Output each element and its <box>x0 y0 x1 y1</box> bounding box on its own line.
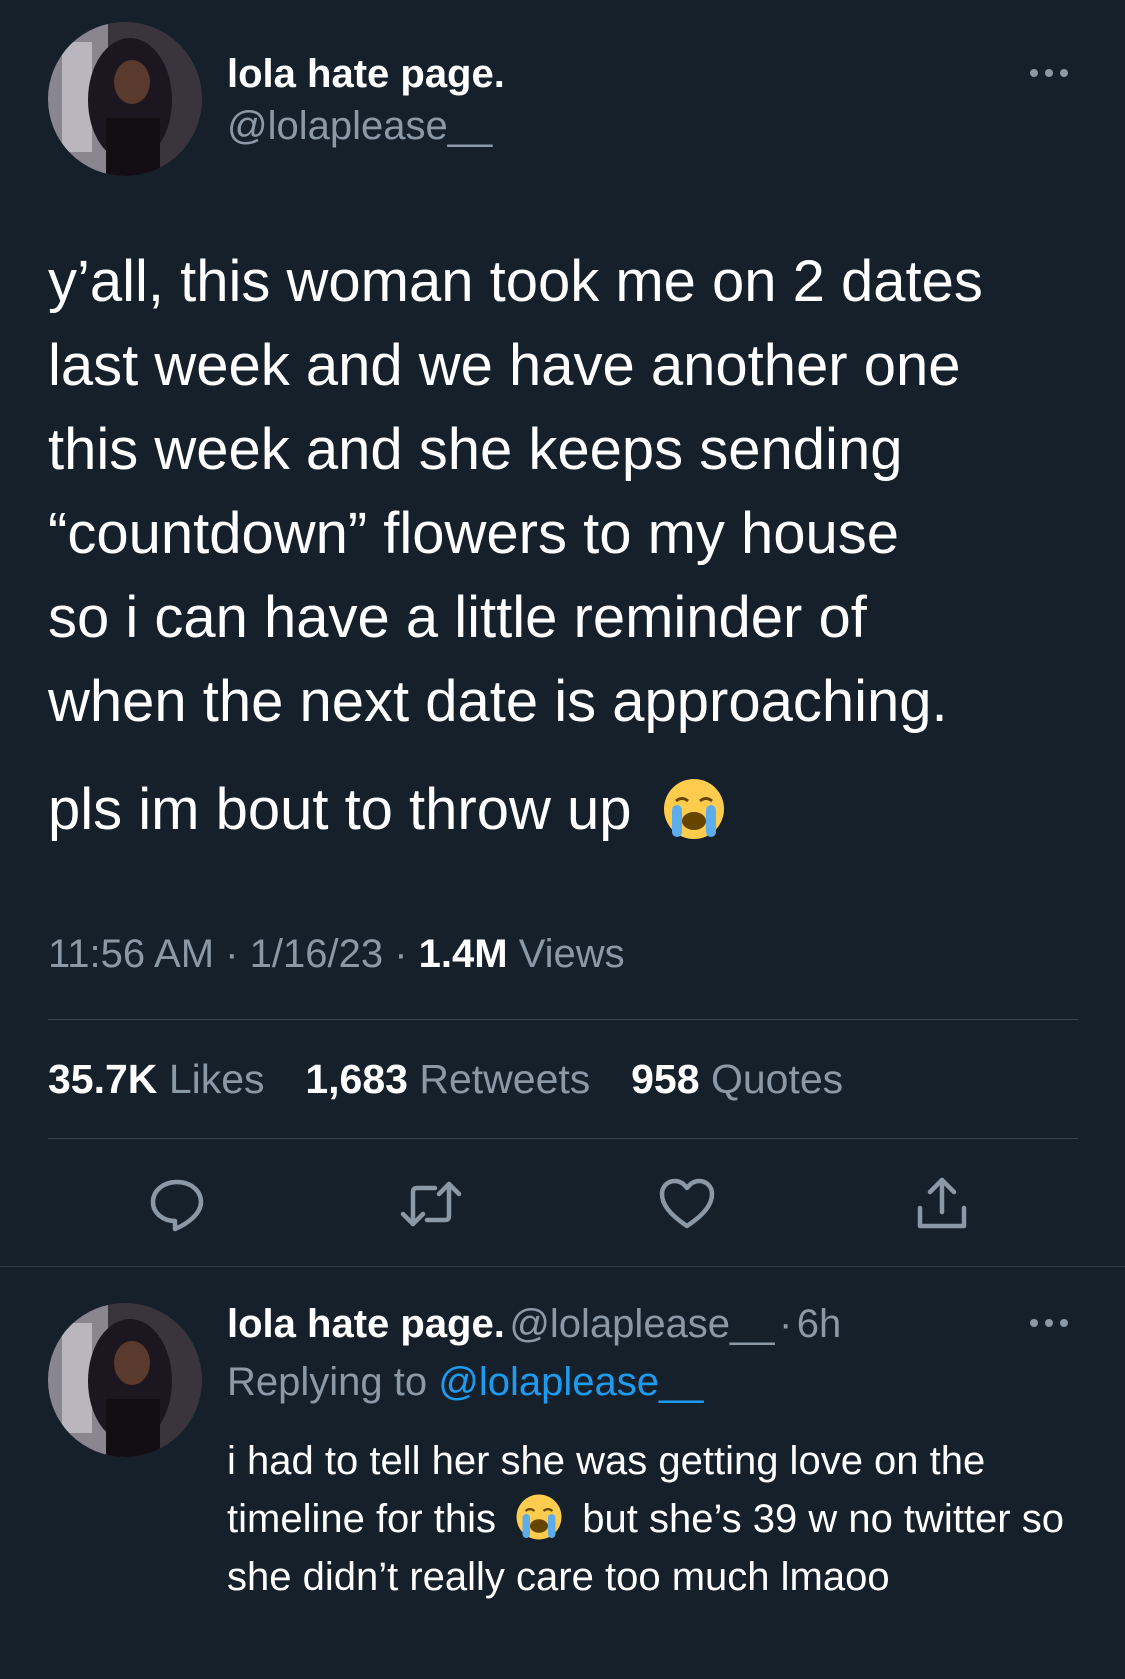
retweets-stat[interactable]: 1,683 Retweets <box>305 1056 590 1102</box>
likes-stat[interactable]: 35.7K Likes <box>48 1056 265 1102</box>
reply-author-handle[interactable]: @lolaplease__ <box>509 1302 774 1346</box>
loudly-crying-face-icon <box>663 778 724 839</box>
reply-header: lola hate page. @lolaplease__ · 6h <box>227 1302 842 1346</box>
retweet-icon[interactable] <box>399 1172 463 1236</box>
tweet-meta: 11:56 AM · 1/16/23 · 1.4M Views <box>48 932 625 976</box>
tweet-text-line: when the next date is approaching. <box>48 669 948 734</box>
reply-icon[interactable] <box>145 1172 209 1236</box>
reply-author-avatar[interactable] <box>48 1303 202 1457</box>
replying-to: Replying to @lolaplease__ <box>227 1360 703 1405</box>
quotes-label: Quotes <box>710 1056 844 1102</box>
likes-count: 35.7K <box>48 1056 158 1102</box>
views-count: 1.4M <box>418 932 508 976</box>
reply-author-display-name[interactable]: lola hate page. <box>227 1302 505 1346</box>
reply-text: i had to tell her she was getting love o… <box>227 1432 1077 1606</box>
tweet-text-line: last week and we have another one <box>48 333 961 398</box>
reply-more-options-icon[interactable] <box>1030 1319 1068 1327</box>
tweet-text-line: y’all, this woman took me on 2 dates <box>48 249 983 314</box>
thread-separator <box>0 1266 1125 1267</box>
author-handle[interactable]: @lolaplease__ <box>227 104 492 149</box>
quotes-count: 958 <box>631 1056 700 1102</box>
divider <box>48 1138 1078 1139</box>
author-display-name[interactable]: lola hate page. <box>227 52 505 97</box>
tweet-date[interactable]: 1/16/23 <box>250 932 383 976</box>
more-options-icon[interactable] <box>1030 69 1068 77</box>
reply-age[interactable]: 6h <box>797 1302 842 1346</box>
share-icon[interactable] <box>910 1172 974 1236</box>
tweet-text-second-paragraph: pls im bout to throw up <box>48 768 726 852</box>
retweets-label: Retweets <box>419 1056 591 1102</box>
likes-label: Likes <box>168 1056 265 1102</box>
replying-to-handle[interactable]: @lolaplease__ <box>438 1360 703 1404</box>
tweet-text-line: “countdown” flowers to my house <box>48 501 900 566</box>
replying-to-prefix: Replying to <box>227 1360 428 1404</box>
tweet-text-line: so i can have a little reminder of <box>48 585 867 650</box>
retweets-count: 1,683 <box>305 1056 408 1102</box>
divider <box>48 1019 1078 1020</box>
engagement-stats: 35.7K Likes 1,683 Retweets 958 Quotes <box>48 1056 843 1103</box>
author-avatar[interactable] <box>48 22 202 176</box>
quotes-stat[interactable]: 958 Quotes <box>631 1056 843 1102</box>
tweet-time[interactable]: 11:56 AM <box>48 932 214 976</box>
tweet-text: y’all, this woman took me on 2 dates las… <box>48 240 1098 744</box>
views-label: Views <box>518 932 625 976</box>
tweet-text-second: pls im bout to throw up <box>48 777 632 842</box>
tweet-text-line: this week and she keeps sending <box>48 417 903 482</box>
loudly-crying-face-icon <box>516 1494 562 1540</box>
like-icon[interactable] <box>655 1172 719 1236</box>
